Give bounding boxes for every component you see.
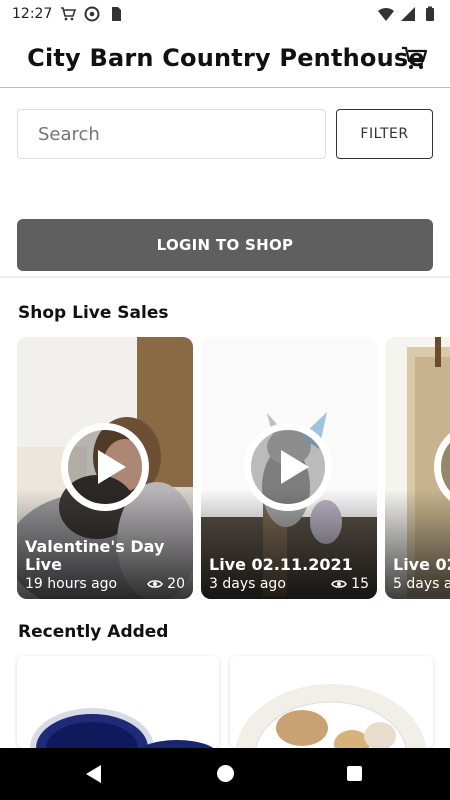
signal-icon bbox=[401, 7, 415, 21]
home-icon[interactable] bbox=[217, 765, 234, 782]
live-sales-heading: Shop Live Sales bbox=[18, 303, 169, 323]
sim-card-icon bbox=[112, 7, 122, 21]
live-sale-title: Valentine's Day Live bbox=[25, 537, 165, 574]
live-sale-time: 3 days ago bbox=[209, 576, 286, 592]
store-title: City Barn Country Penthouse bbox=[27, 43, 425, 72]
live-sale-title: Live 02 bbox=[393, 555, 450, 574]
live-sale-card[interactable]: Live 02 5 days a bbox=[385, 337, 450, 599]
view-count-value: 20 bbox=[167, 576, 185, 592]
recents-icon[interactable] bbox=[347, 766, 362, 781]
product-card[interactable] bbox=[230, 656, 433, 748]
live-sale-time: 19 hours ago bbox=[25, 576, 118, 592]
live-sale-card[interactable]: Live 02.11.2021 3 days ago 15 bbox=[201, 337, 377, 599]
live-sale-time: 5 days a bbox=[393, 576, 450, 592]
login-to-shop-button[interactable]: LOGIN TO SHOP bbox=[17, 219, 433, 271]
product-image bbox=[235, 684, 427, 748]
view-count: 20 bbox=[147, 576, 185, 592]
battery-icon bbox=[426, 6, 434, 21]
play-button-icon[interactable] bbox=[244, 423, 332, 511]
wifi-icon bbox=[378, 7, 394, 21]
back-icon[interactable] bbox=[86, 765, 101, 783]
cart-notification-icon bbox=[61, 7, 77, 21]
app-header: City Barn Country Penthouse bbox=[0, 28, 450, 88]
at-sign-icon bbox=[84, 6, 100, 22]
view-count: 15 bbox=[331, 576, 369, 592]
live-sale-meta: 19 hours ago 20 bbox=[25, 576, 185, 592]
product-image bbox=[30, 708, 214, 748]
controls-panel: FILTER LOGIN TO SHOP bbox=[0, 88, 450, 278]
view-count-value: 15 bbox=[351, 576, 369, 592]
eye-icon bbox=[331, 580, 348, 588]
play-button-icon[interactable] bbox=[61, 423, 149, 511]
search-input[interactable] bbox=[17, 109, 326, 159]
cart-icon[interactable] bbox=[400, 44, 428, 72]
product-card[interactable] bbox=[17, 656, 219, 748]
system-nav-bar bbox=[0, 748, 450, 800]
filter-button[interactable]: FILTER bbox=[336, 109, 433, 159]
live-sale-meta: 5 days a bbox=[393, 576, 450, 592]
status-time: 12:27 bbox=[12, 6, 53, 22]
status-bar: 12:27 bbox=[0, 0, 450, 28]
live-sale-meta: 3 days ago 15 bbox=[209, 576, 369, 592]
eye-icon bbox=[147, 580, 164, 588]
live-sale-card[interactable]: Valentine's Day Live 19 hours ago 20 bbox=[17, 337, 193, 599]
live-sale-title: Live 02.11.2021 bbox=[209, 555, 353, 574]
recently-added-heading: Recently Added bbox=[18, 622, 169, 642]
